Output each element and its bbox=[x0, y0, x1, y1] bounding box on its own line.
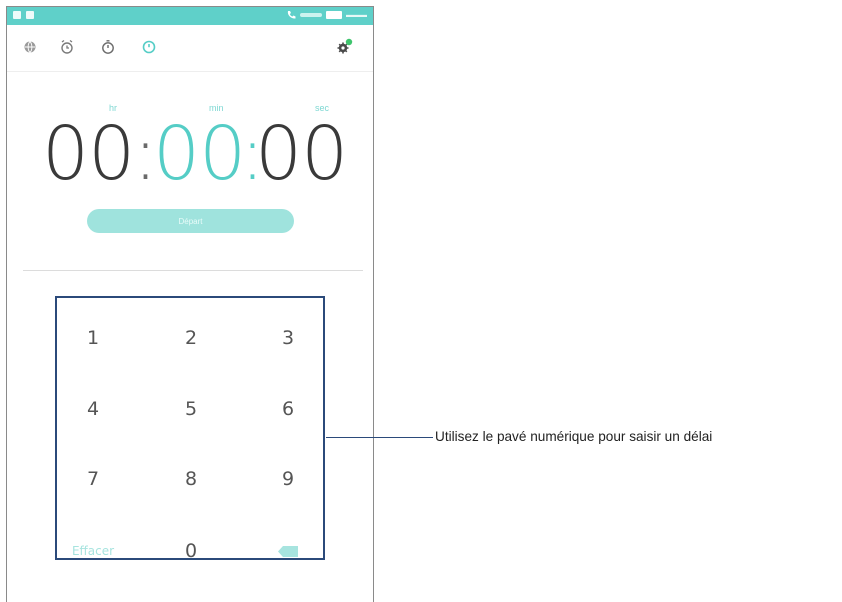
phone-icon bbox=[287, 11, 296, 19]
notification-icon bbox=[13, 11, 21, 19]
hours-value[interactable]: 00 bbox=[42, 111, 135, 197]
clock-app-toolbar bbox=[7, 25, 373, 69]
stopwatch-icon[interactable] bbox=[99, 38, 117, 56]
alarm-icon[interactable] bbox=[58, 38, 76, 56]
clock-icon: ▬▬▬ bbox=[346, 11, 367, 19]
status-bar: ▬▬▬ bbox=[7, 7, 373, 25]
settings-icon[interactable] bbox=[335, 38, 353, 56]
status-left-icons bbox=[13, 11, 34, 19]
callout-text: Utilisez le pavé numérique pour saisir u… bbox=[435, 429, 713, 444]
timer-icon[interactable] bbox=[140, 38, 158, 56]
status-right-icons: ▬▬▬ bbox=[286, 10, 367, 20]
timer-display: 00 : 00 : 00 bbox=[7, 111, 373, 197]
keypad-highlight-box bbox=[55, 296, 325, 560]
toolbar-divider bbox=[7, 71, 373, 72]
callout-line bbox=[326, 437, 433, 438]
battery-icon bbox=[326, 11, 342, 19]
world-clock-icon[interactable] bbox=[21, 38, 39, 56]
notification-icon bbox=[26, 11, 34, 19]
signal-icon bbox=[300, 13, 322, 17]
seconds-value[interactable]: 00 bbox=[255, 111, 348, 197]
section-divider bbox=[23, 270, 363, 271]
minutes-value[interactable]: 00 bbox=[153, 111, 246, 197]
start-button[interactable]: Départ bbox=[87, 209, 294, 233]
